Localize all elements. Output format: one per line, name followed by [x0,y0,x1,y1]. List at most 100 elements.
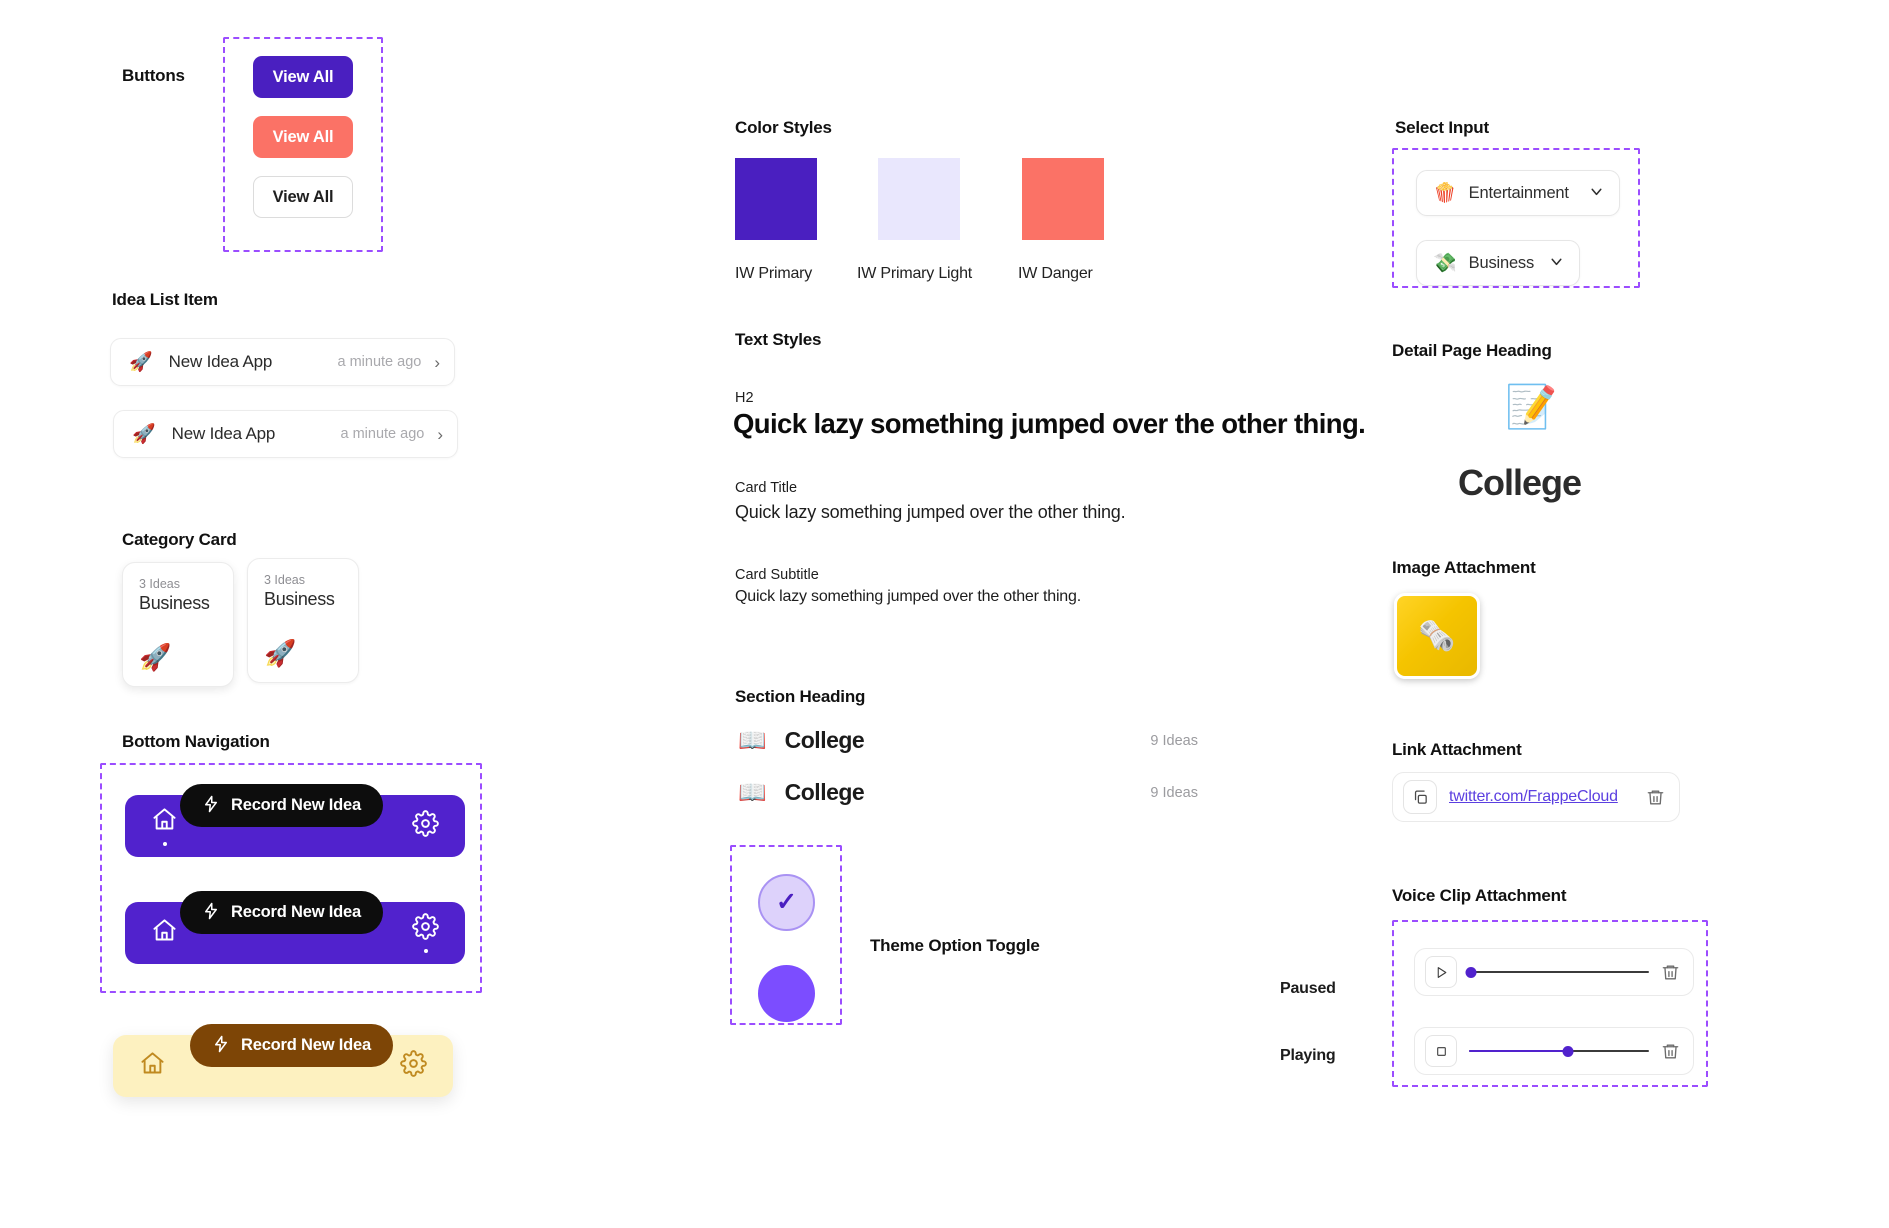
idea-timestamp: a minute ago [337,354,422,370]
section-heading-row[interactable]: 📖 College 9 Ideas [738,779,1198,806]
idea-title: New Idea App [168,352,273,371]
idea-list-section-label: Idea List Item [112,290,218,309]
detail-page-title: College [1458,462,1582,503]
play-icon[interactable] [1425,956,1457,988]
category-card[interactable]: 3 Ideas Business 🚀 [247,558,359,683]
color-swatch-primary [735,158,817,240]
book-icon: 📖 [738,727,767,753]
stop-icon[interactable] [1425,1035,1457,1067]
select-input-business[interactable]: 💸 Business [1416,240,1580,286]
section-heading-row[interactable]: 📖 College 9 Ideas [738,727,1198,754]
voice-clip-progress-slider[interactable] [1469,1042,1649,1060]
view-all-primary-button[interactable]: View All [253,56,353,98]
rocket-icon: 🚀 [264,638,297,668]
color-swatch-danger [1022,158,1104,240]
color-swatch-label: IW Danger [1018,265,1093,282]
slider-knob[interactable] [1562,1045,1574,1057]
bolt-icon [202,902,220,923]
idea-title: New Idea App [171,424,276,443]
record-new-idea-button[interactable]: Record New Idea [180,891,383,934]
select-value: Entertainment [1468,183,1569,202]
trash-icon[interactable] [1661,963,1680,982]
bottom-navigation-group: Record New Idea Record New Idea [100,763,482,993]
theme-option-selected[interactable]: ✓ [758,874,815,931]
home-icon[interactable] [151,806,178,846]
chevron-down-icon [1588,183,1605,204]
select-input-section-label: Select Input [1395,118,1489,137]
book-icon: 📖 [738,779,767,805]
chevron-right-icon: › [434,352,440,372]
buttons-group: View All View All View All [223,37,383,252]
record-new-idea-button[interactable]: Record New Idea [180,784,383,827]
rocket-icon: 🚀 [129,351,153,373]
link-attachment-section-label: Link Attachment [1392,740,1522,759]
voice-clip-section-label: Voice Clip Attachment [1392,886,1567,905]
trash-icon[interactable] [1646,788,1665,807]
slider-track [1469,970,1649,974]
card-subtitle-sample-text: Quick lazy something jumped over the oth… [735,588,1081,605]
h2-style-tag: H2 [735,390,754,406]
category-name: Business [264,589,335,609]
record-new-idea-button[interactable]: Record New Idea [190,1024,393,1067]
home-icon[interactable] [151,917,178,949]
chevron-right-icon: › [437,424,443,444]
styles-column: Color Styles IW Primary IW Primary Light… [730,0,1410,1228]
record-button-label: Record New Idea [231,903,361,921]
category-name: Business [139,593,210,613]
category-card[interactable]: 3 Ideas Business 🚀 [122,562,234,687]
view-all-danger-button[interactable]: View All [253,116,353,158]
rocket-icon: 🚀 [132,423,156,445]
voice-clip-progress-slider[interactable] [1465,963,1649,981]
h2-sample-text: Quick lazy something jumped over the oth… [733,408,1366,439]
theme-option-unselected[interactable] [758,965,815,1022]
trash-icon[interactable] [1661,1042,1680,1061]
idea-list-item[interactable]: 🚀 New Idea App a minute ago › [113,410,458,458]
active-indicator-dot [423,949,428,953]
bolt-icon [202,795,220,816]
card-title-style-tag: Card Title [735,480,798,496]
idea-list-item[interactable]: 🚀 New Idea App a minute ago › [110,338,455,386]
buttons-section-label: Buttons [122,66,185,85]
select-input-entertainment[interactable]: 🍿 Entertainment [1416,170,1620,216]
category-idea-count: 3 Ideas [264,573,306,587]
voice-clip-group [1392,920,1708,1087]
text-styles-section-label: Text Styles [735,330,822,349]
money-with-wings-icon: 💸 [1433,252,1457,274]
color-swatch-primary-light [878,158,960,240]
home-icon[interactable] [139,1050,166,1082]
voice-clip-player-paused [1414,948,1694,996]
category-idea-count: 3 Ideas [139,577,181,591]
slider-knob[interactable] [1465,966,1477,978]
color-styles-section-label: Color Styles [735,118,832,137]
section-heading-count: 9 Ideas [1150,784,1198,801]
card-title-sample-text: Quick lazy something jumped over the oth… [735,502,1126,522]
category-card-section-label: Category Card [122,530,237,549]
picture-icon: 🗞️ [1418,619,1456,653]
idea-timestamp: a minute ago [340,426,425,442]
image-attachment-section-label: Image Attachment [1392,558,1536,577]
style-guide-page: Buttons View All View All View All Idea … [0,0,1889,1228]
link-attachment-url[interactable]: twitter.com/FrappeCloud [1449,788,1618,806]
chevron-down-icon [1548,253,1565,274]
voice-clip-player-playing [1414,1027,1694,1075]
theme-option-toggle-group: ✓ [730,845,842,1025]
color-swatch-label: IW Primary Light [857,265,973,282]
popcorn-icon: 🍿 [1433,182,1457,204]
card-subtitle-style-tag: Card Subtitle [735,567,819,583]
components-column: Buttons View All View All View All Idea … [0,0,560,1228]
gear-icon[interactable] [400,1050,427,1082]
bolt-icon [212,1035,230,1056]
section-heading-count: 9 Ideas [1150,732,1198,749]
gear-icon[interactable] [412,810,439,842]
voice-clip-state-playing: Playing [1280,1047,1336,1064]
section-heading-title: College [784,727,865,753]
check-icon: ✓ [776,888,797,916]
rocket-icon: 🚀 [139,642,172,672]
slider-fill [1469,1049,1568,1053]
view-all-outline-button[interactable]: View All [253,176,353,218]
detail-page-heading-section-label: Detail Page Heading [1392,341,1552,360]
gear-icon[interactable] [412,913,439,953]
inputs-column: Select Input 🍿 Entertainment 💸 Business … [1280,0,1889,1228]
copy-icon[interactable] [1403,780,1437,814]
image-attachment-thumbnail[interactable]: 🗞️ [1394,593,1480,679]
